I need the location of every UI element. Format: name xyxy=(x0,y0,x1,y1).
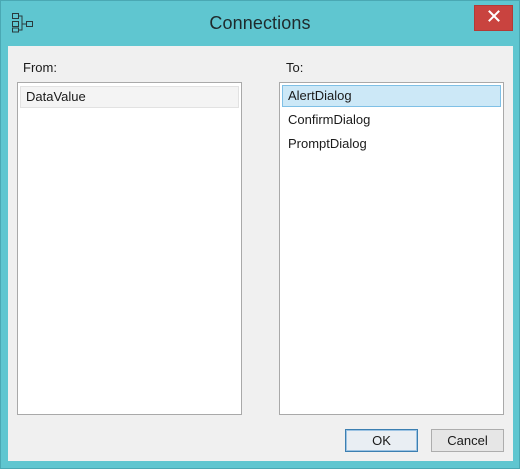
to-label: To: xyxy=(286,60,304,75)
list-item[interactable]: PromptDialog xyxy=(282,133,501,155)
close-button[interactable] xyxy=(474,5,513,31)
cancel-button[interactable]: Cancel xyxy=(431,429,504,452)
list-item[interactable]: AlertDialog xyxy=(282,85,501,107)
title-bar[interactable]: Connections xyxy=(1,1,519,46)
from-listbox[interactable]: DataValue xyxy=(17,82,242,415)
dialog-title: Connections xyxy=(209,13,311,33)
connections-dialog: Connections From: To: DataValue AlertDia… xyxy=(0,0,520,469)
ok-button[interactable]: OK xyxy=(345,429,418,452)
from-label: From: xyxy=(23,60,57,75)
dialog-body: From: To: DataValue AlertDialog ConfirmD… xyxy=(8,46,513,461)
list-item[interactable]: DataValue xyxy=(20,86,239,108)
to-listbox[interactable]: AlertDialog ConfirmDialog PromptDialog xyxy=(279,82,504,415)
close-icon xyxy=(487,9,500,27)
list-item[interactable]: ConfirmDialog xyxy=(282,109,501,131)
